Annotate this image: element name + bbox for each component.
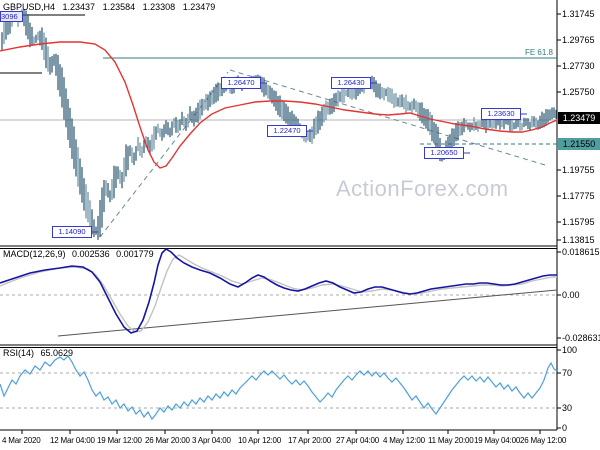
price-axis-label: 1.19755 [562, 165, 595, 175]
macd-signal-value: 0.001779 [116, 249, 154, 259]
ohlc-close: 1.23479 [182, 2, 216, 12]
x-axis-tick-label: 19 Mar 12:00 [97, 436, 142, 445]
macd-name: MACD(12,26,9) [3, 249, 66, 259]
x-axis-tick-label: 3 Apr 04:00 [192, 436, 231, 445]
ohlc-high: 1.23584 [102, 2, 136, 12]
price-annotation: 1.23630 [481, 108, 521, 120]
x-axis-tick-label: 4 May 12:00 [383, 436, 425, 445]
rsi-line [0, 355, 558, 421]
macd-axis-label: 0.018615 [562, 247, 600, 257]
trendline-anchor-label: 3096 [0, 11, 23, 22]
chart-title: GBPUSD,H4 1.23437 1.23584 1.23308 1.2347… [3, 2, 220, 12]
x-axis-tick-label: 11 May 20:00 [428, 436, 474, 445]
price-axis-label: 1.31745 [562, 9, 595, 19]
rsi-axis-label: 100 [562, 345, 578, 355]
x-axis-tick-label: 12 Mar 04:00 [50, 436, 95, 445]
ohlc-low: 1.23308 [142, 2, 176, 12]
price-axis-label: 1.15795 [562, 217, 595, 227]
price-annotation: 1.22470 [267, 125, 307, 137]
price-axis-label: 1.17775 [562, 191, 595, 201]
rsi-value: 65.0629 [40, 348, 74, 358]
trendline-rising [99, 71, 229, 238]
current-price-box: 1.23479 [558, 112, 600, 124]
rsi-axis-label: 70 [562, 368, 573, 378]
macd-trendline [57, 289, 558, 337]
ohlc-open: 1.23437 [62, 2, 96, 12]
price-annotation: 1.14090 [52, 226, 92, 238]
x-axis-tick-label: 26 May 12:00 [520, 436, 567, 445]
macd-line [0, 247, 557, 334]
rsi-name: RSI(14) [3, 348, 35, 358]
macd-axis-label: -0.028631 [562, 333, 600, 343]
price-annotation: 1.26430 [331, 77, 371, 89]
macd-indicator-label: MACD(12,26,9) 0.002536 0.001779 [3, 249, 158, 259]
rsi-indicator-label: RSI(14) 65.0629 [3, 348, 77, 358]
x-axis-tick-label: 10 Apr 12:00 [238, 436, 281, 445]
support-level-box: 1.21550 [558, 138, 600, 150]
price-annotation: 1.20650 [424, 147, 464, 159]
x-axis-tick-label: 26 Mar 20:00 [145, 436, 190, 445]
price-axis-label: 1.29765 [562, 35, 595, 45]
price-annotation: 1.26470 [221, 77, 261, 89]
price-axis-label: 1.13815 [562, 235, 595, 245]
chart-window: ActionForex.com GBPUSD,H4 1.23437 1.2358… [0, 0, 600, 450]
macd-main-value: 0.002536 [72, 249, 110, 259]
x-axis-tick-label: 4 Mar 2020 [2, 436, 41, 445]
price-axis-label: 1.27730 [562, 61, 595, 71]
rsi-axis-label: 30 [562, 403, 573, 413]
fib-extension-label: FE 61.8 [524, 48, 553, 57]
rsi-axis-label: 0 [562, 423, 568, 433]
price-axis-label: 1.25750 [562, 87, 595, 97]
x-axis-tick-label: 19 May 04:00 [474, 436, 521, 445]
chart-canvas [0, 0, 561, 434]
x-axis-tick-label: 17 Apr 20:00 [288, 436, 331, 445]
x-axis-tick-label: 27 Apr 04:00 [336, 436, 379, 445]
macd-axis-label: 0.00 [562, 290, 580, 300]
